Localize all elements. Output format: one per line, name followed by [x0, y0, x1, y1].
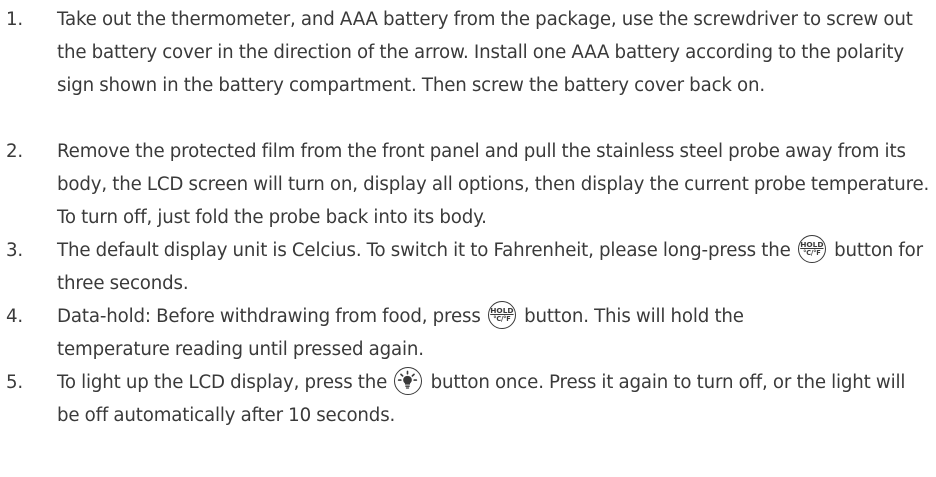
- instruction-item-2: 2. Remove the protected film from the fr…: [0, 135, 936, 234]
- instruction-text-before: To light up the LCD display, press the: [57, 372, 388, 393]
- hold-label: HOLD: [490, 306, 514, 315]
- bulb-icon: [398, 370, 418, 389]
- hold-label: HOLD: [800, 240, 824, 249]
- item-number: 2.: [6, 141, 24, 162]
- instruction-text: Remove the protected film from the front…: [57, 141, 930, 228]
- instruction-item-1: 1. Take out the thermometer, and AAA bat…: [0, 3, 936, 102]
- unit-label: °C/°F: [803, 249, 821, 257]
- instruction-body: Data-hold: Before withdrawing from food,…: [57, 300, 837, 366]
- backlight-bulb-button-icon: [394, 367, 423, 395]
- instruction-body: To light up the LCD display, press the b…: [57, 366, 927, 432]
- item-number: 5.: [6, 372, 24, 393]
- instruction-text: Take out the thermometer, and AAA batter…: [57, 9, 913, 96]
- instruction-text-before: The default display unit is Celcius. To …: [57, 240, 791, 261]
- item-number: 4.: [6, 306, 24, 327]
- instruction-body: The default display unit is Celcius. To …: [57, 234, 936, 300]
- instruction-text-before: Data-hold: Before withdrawing from food,…: [57, 306, 481, 327]
- instruction-item-4: 4. Data-hold: Before withdrawing from fo…: [0, 300, 936, 366]
- hold-unit-button-icon: HOLD °C/°F: [797, 235, 826, 263]
- instructions-document: 1. Take out the thermometer, and AAA bat…: [0, 0, 936, 477]
- item-number: 3.: [6, 240, 24, 261]
- hold-unit-button-icon: HOLD °C/°F: [487, 301, 516, 329]
- instruction-item-3: 3. The default display unit is Celcius. …: [0, 234, 936, 300]
- item-number: 1.: [6, 9, 24, 30]
- unit-label: °C/°F: [493, 315, 511, 323]
- instruction-item-5: 5. To light up the LCD display, press th…: [0, 366, 936, 432]
